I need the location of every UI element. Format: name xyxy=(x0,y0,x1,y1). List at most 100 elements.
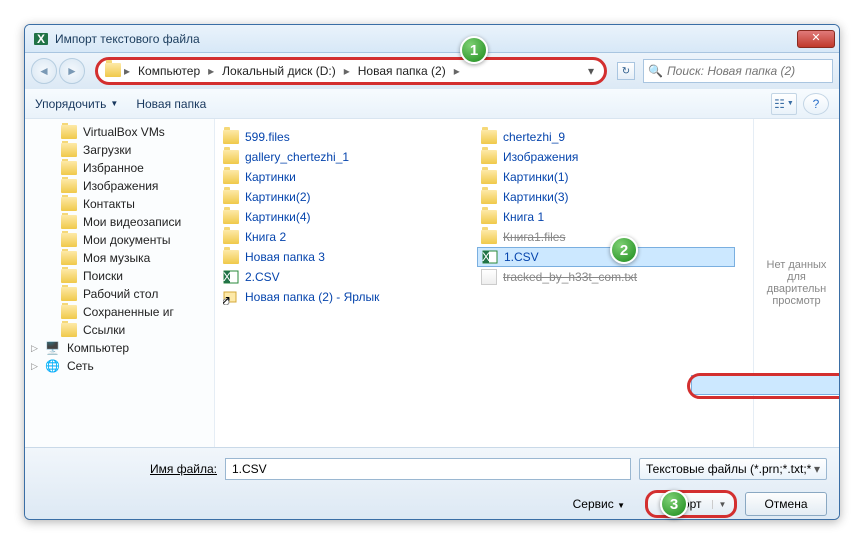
sidebar-label: Мои документы xyxy=(83,233,170,247)
file-name: 599.files xyxy=(245,130,290,144)
folder-icon xyxy=(223,170,239,184)
file-name: 1.CSV xyxy=(504,250,539,264)
sidebar-label: Загрузки xyxy=(83,143,131,157)
sidebar-label: Моя музыка xyxy=(83,251,150,265)
folder-icon xyxy=(61,215,77,229)
computer-icon: 🖥️ xyxy=(45,341,61,355)
file-item[interactable]: Картинки(4) xyxy=(219,207,477,227)
dialog-body: VirtualBox VMs Загрузки Избранное Изображен… xyxy=(25,119,839,447)
svg-text:X: X xyxy=(223,270,231,284)
breadcrumb-root-icon[interactable] xyxy=(104,63,122,80)
folder-icon xyxy=(61,143,77,157)
folder-icon xyxy=(61,161,77,175)
folder-icon xyxy=(61,233,77,247)
sidebar-label: VirtualBox VMs xyxy=(83,125,165,139)
file-item[interactable]: X1.CSV xyxy=(477,247,735,267)
sidebar-item[interactable]: Ссылки xyxy=(25,321,214,339)
file-name: tracked_by_h33t_com.txt xyxy=(503,270,637,284)
breadcrumb-segment[interactable]: Компьютер xyxy=(132,64,206,78)
file-item[interactable]: Книга1.files xyxy=(477,227,735,247)
file-name: Изображения xyxy=(503,150,578,164)
folder-icon xyxy=(223,210,239,224)
sidebar-item[interactable]: Загрузки xyxy=(25,141,214,159)
sidebar-item[interactable]: ▷🖥️Компьютер xyxy=(25,339,214,357)
file-name: Новая папка (2) - Ярлык xyxy=(245,290,379,304)
titlebar: X Импорт текстового файла ✕ xyxy=(25,25,839,53)
search-input[interactable] xyxy=(663,64,828,78)
nav-forward-button[interactable]: ► xyxy=(59,58,85,84)
search-box[interactable]: 🔍 xyxy=(643,59,833,83)
file-item[interactable]: chertezhi_9 xyxy=(477,127,735,147)
file-name: Картинки(3) xyxy=(503,190,569,204)
file-item[interactable]: tracked_by_h33t_com.txt xyxy=(477,267,735,287)
breadcrumb-segment[interactable]: Новая папка (2) xyxy=(352,64,452,78)
annotation-marker-1: 1 xyxy=(460,36,488,64)
close-button[interactable]: ✕ xyxy=(797,30,835,48)
file-item[interactable]: Картинки(3) xyxy=(477,187,735,207)
file-item[interactable]: Картинки(2) xyxy=(219,187,477,207)
filename-input[interactable] xyxy=(225,458,631,480)
sidebar-item[interactable]: Мои видеозаписи xyxy=(25,213,214,231)
breadcrumb[interactable]: ▸ Компьютер ▸ Локальный диск (D:) ▸ Нова… xyxy=(95,57,607,85)
sidebar-label: Рабочий стол xyxy=(83,287,158,301)
search-icon: 🔍 xyxy=(648,64,663,78)
file-item[interactable]: gallery_chertezhi_1 xyxy=(219,147,477,167)
file-name: 2.CSV xyxy=(245,270,280,284)
sidebar-item[interactable]: Избранное xyxy=(25,159,214,177)
folder-icon xyxy=(481,190,497,204)
file-item[interactable]: Картинки xyxy=(219,167,477,187)
preview-pane: Нет данных для дварительн просмотр xyxy=(753,119,839,447)
new-folder-button[interactable]: Новая папка xyxy=(136,97,206,111)
folder-icon xyxy=(223,150,239,164)
file-item[interactable]: Изображения xyxy=(477,147,735,167)
sidebar-item[interactable]: Изображения xyxy=(25,177,214,195)
view-button[interactable]: ☷ ▼ xyxy=(771,93,797,115)
folder-icon xyxy=(61,197,77,211)
nav-back-button[interactable]: ◄ xyxy=(31,58,57,84)
file-item[interactable]: ↗ Новая папка (2) - Ярлык xyxy=(219,287,477,307)
cancel-button[interactable]: Отмена xyxy=(745,492,827,516)
file-item[interactable]: Книга 1 xyxy=(477,207,735,227)
file-name: Картинки(1) xyxy=(503,170,569,184)
sidebar-label: Сохраненные иг xyxy=(83,305,174,319)
file-dialog-window: X Импорт текстового файла ✕ ◄ ► ▸ Компью… xyxy=(24,24,840,520)
sidebar-item[interactable]: Моя музыка xyxy=(25,249,214,267)
help-button[interactable]: ? xyxy=(803,93,829,115)
folder-icon xyxy=(481,170,497,184)
refresh-button[interactable]: ↻ xyxy=(617,62,635,80)
excel-icon: X xyxy=(33,31,49,47)
sidebar-item[interactable]: VirtualBox VMs xyxy=(25,123,214,141)
folder-icon xyxy=(61,125,77,139)
file-item[interactable]: Книга 2 xyxy=(219,227,477,247)
sidebar-item[interactable]: Поиски xyxy=(25,267,214,285)
shortcut-icon: ↗ xyxy=(223,289,239,305)
file-name: gallery_chertezhi_1 xyxy=(245,150,349,164)
file-item[interactable]: 599.files xyxy=(219,127,477,147)
sidebar-item[interactable]: Рабочий стол xyxy=(25,285,214,303)
sidebar-item[interactable]: ▷🌐Сеть xyxy=(25,357,214,375)
service-button[interactable]: Сервис ▼ xyxy=(573,497,625,511)
organize-button[interactable]: Упорядочить ▼ xyxy=(35,97,118,111)
folder-icon xyxy=(223,130,239,144)
folder-icon xyxy=(61,305,77,319)
navbar: ◄ ► ▸ Компьютер ▸ Локальный диск (D:) ▸ … xyxy=(25,53,839,89)
folder-icon xyxy=(481,130,497,144)
sidebar-item[interactable]: Сохраненные иг xyxy=(25,303,214,321)
file-item[interactable]: Новая папка 3 xyxy=(219,247,477,267)
filetype-combo[interactable]: Текстовые файлы (*.prn;*.txt;*▾ xyxy=(639,458,827,480)
window-title: Импорт текстового файла xyxy=(55,32,797,46)
file-item[interactable]: X 2.CSV xyxy=(219,267,477,287)
import-button[interactable]: Импорт▼ xyxy=(645,490,737,518)
file-name: Книга 2 xyxy=(245,230,286,244)
file-item[interactable]: Картинки(1) xyxy=(477,167,735,187)
folder-icon xyxy=(61,323,77,337)
sidebar-label: Ссылки xyxy=(83,323,125,337)
folder-icon xyxy=(223,190,239,204)
breadcrumb-segment[interactable]: Локальный диск (D:) xyxy=(216,64,342,78)
sidebar-label: Изображения xyxy=(83,179,158,193)
sidebar-item[interactable]: Контакты xyxy=(25,195,214,213)
folder-icon xyxy=(61,269,77,283)
breadcrumb-dropdown[interactable]: ▾ xyxy=(584,64,598,78)
sidebar-item[interactable]: Мои документы xyxy=(25,231,214,249)
file-name: Книга1.files xyxy=(503,230,565,244)
